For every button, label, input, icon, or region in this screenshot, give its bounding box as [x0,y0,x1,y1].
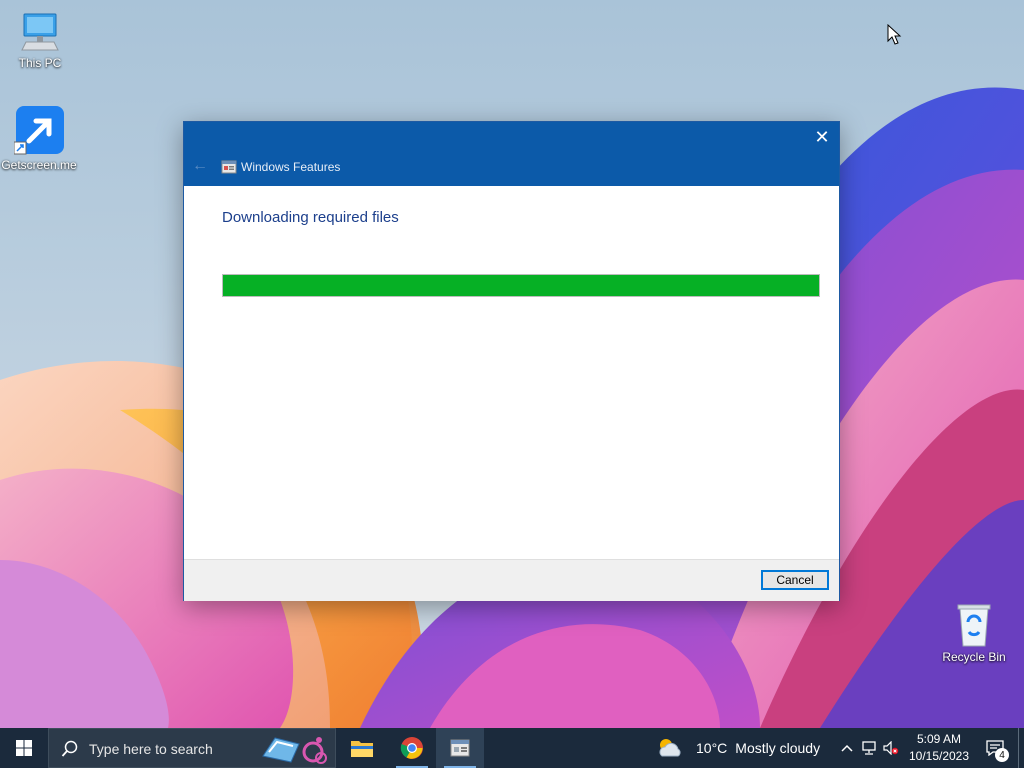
download-progress-bar [222,274,820,297]
search-highlight-illustration-icon [262,737,327,764]
dialog-title: Windows Features [241,160,341,174]
taskbar-file-explorer[interactable] [338,728,386,768]
status-heading: Downloading required files [222,209,399,226]
search-icon [61,740,78,757]
dialog-footer: Cancel [184,559,839,601]
windows-features-app-icon [450,739,470,757]
start-button[interactable] [0,728,48,768]
windows-logo-icon [16,740,32,756]
windows-features-icon [221,160,237,174]
chevron-up-icon [841,744,853,752]
taskbar-search-box[interactable]: Type here to search [48,728,336,768]
desktop-icon-this-pc[interactable]: This PC [0,10,80,70]
system-tray [836,728,902,768]
taskbar-windows-features[interactable] [436,728,484,768]
weather-temperature: 10°C [696,740,728,756]
cloudy-weather-icon [659,739,681,757]
desktop-icon-label: Getscreen.me [1,158,77,172]
taskbar-chrome[interactable] [388,728,436,768]
clock-time: 5:09 AM [916,732,962,746]
network-button[interactable] [858,728,880,768]
back-button[interactable]: ← [190,156,210,176]
close-icon: ✕ [814,126,830,147]
clock-date: 10/15/2023 [908,749,970,763]
mouse-cursor-icon [887,24,902,45]
desktop-icon-getscreen[interactable]: Getscreen.me [0,106,79,172]
back-arrow-icon: ← [192,157,208,174]
recycle-bin-icon [957,604,991,647]
desktop-icon-recycle-bin[interactable]: Recycle Bin [934,602,1014,664]
network-icon [862,741,876,755]
show-desktop-button[interactable] [1018,728,1024,768]
computer-icon [21,13,59,51]
desktop-icon-label: This PC [18,56,62,70]
progress-fill [223,275,819,296]
taskbar: Type here to search 10°C Mostly cloudy 5… [0,728,1024,768]
taskbar-clock[interactable]: 5:09 AM 10/15/2023 [904,731,974,765]
notification-center-button[interactable]: 4 [980,728,1010,768]
volume-muted-icon [883,741,899,755]
chrome-icon [400,737,423,759]
desktop-icon-label: Recycle Bin [942,650,1006,664]
search-placeholder: Type here to search [89,741,213,757]
cancel-button[interactable]: Cancel [761,570,829,590]
getscreen-icon [14,106,64,155]
notification-count-badge: 4 [995,748,1009,762]
folder-icon [351,741,373,757]
volume-button[interactable] [880,728,902,768]
weather-widget[interactable]: 10°C Mostly cloudy [656,728,820,768]
close-button[interactable]: ✕ [805,122,839,152]
show-hidden-icons-button[interactable] [836,728,858,768]
weather-condition: Mostly cloudy [735,740,821,756]
dialog-titlebar: ✕ ← Windows Features [184,122,839,186]
windows-features-dialog: ✕ ← Windows Features Downloading require… [183,121,840,601]
